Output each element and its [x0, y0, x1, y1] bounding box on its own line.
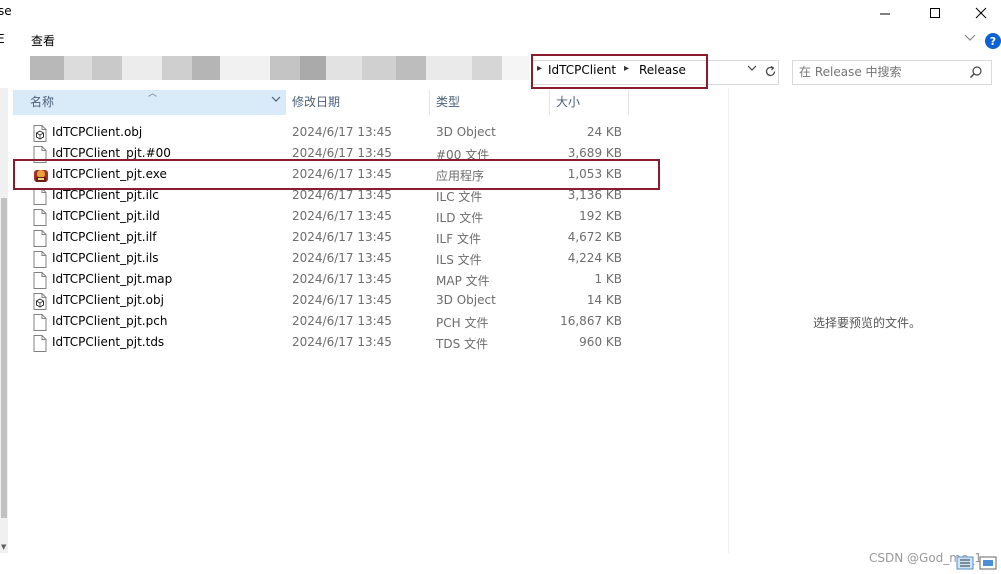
obj-file-icon [33, 125, 47, 142]
address-history-chevron-icon[interactable] [746, 62, 758, 74]
blank-file-icon [33, 272, 47, 289]
scrollbar-thumb[interactable] [1, 198, 7, 518]
file-type: 3D Object [436, 125, 496, 139]
file-type: ILC 文件 [436, 190, 483, 204]
file-row[interactable]: IdTCPClient_pjt.obj 2024/6/17 13:45 3D Obj… [25, 291, 629, 312]
file-row[interactable]: IdTCPClient_pjt.tds 2024/6/17 13:45 TDS 文件… [25, 333, 629, 354]
file-date: 2024/6/17 13:45 [292, 230, 392, 244]
maximize-icon [930, 8, 940, 18]
file-size: 960 KB [579, 335, 622, 349]
column-header-date-label: 修改日期 [292, 95, 341, 109]
sort-ascending-icon: ︿ [148, 89, 158, 99]
file-type: PCH 文件 [436, 316, 489, 330]
blank-file-icon [33, 314, 47, 331]
nav-pane-scrollbar[interactable]: ▼ [0, 88, 8, 553]
file-name: IdTCPClient_pjt.tds [52, 335, 165, 349]
column-header-date[interactable]: 修改日期 [286, 90, 430, 115]
file-date: 2024/6/17 13:45 [292, 146, 392, 160]
file-row[interactable]: IdTCPClient_pjt.map 2024/6/17 13:45 MAP 文件… [25, 270, 629, 291]
file-type: ILD 文件 [436, 211, 484, 225]
column-header-size-label: 大小 [556, 95, 581, 109]
file-name: IdTCPClient.obj [52, 125, 143, 139]
column-filter-chevron-icon[interactable] [271, 96, 281, 104]
file-size: 4,672 KB [567, 230, 622, 244]
blank-file-icon [33, 335, 47, 352]
file-name: IdTCPClient_pjt.obj [52, 293, 164, 307]
file-size: 192 KB [579, 209, 622, 223]
obj-file-icon [33, 293, 47, 310]
tab-view[interactable]: 查看 [31, 32, 55, 49]
file-size: 24 KB [586, 125, 622, 139]
search-icon[interactable] [969, 65, 983, 79]
preview-pane-divider[interactable] [728, 88, 729, 553]
file-date: 2024/6/17 13:45 [292, 209, 392, 223]
column-header-type[interactable]: 类型 [430, 90, 550, 115]
minimize-icon [880, 13, 890, 15]
refresh-icon [765, 65, 775, 76]
file-type: ILS 文件 [436, 253, 482, 267]
close-icon [975, 7, 987, 19]
file-name: IdTCPClient_pjt.ild [52, 209, 160, 223]
column-header-size[interactable]: 大小 [550, 90, 629, 115]
file-date: 2024/6/17 13:45 [292, 314, 392, 328]
blank-file-icon [33, 188, 47, 205]
preview-message: 选择要预览的文件。 [813, 316, 922, 330]
file-row[interactable]: IdTCPClient_pjt.pch 2024/6/17 13:45 PCH 文件… [25, 312, 629, 333]
close-button[interactable] [958, 0, 1001, 26]
search-input[interactable] [799, 65, 959, 79]
maximize-button[interactable] [912, 0, 958, 26]
chevron-down-icon[interactable] [964, 34, 976, 42]
file-row[interactable]: IdTCPClient.obj 2024/6/17 13:45 3D Object 2… [25, 123, 629, 144]
file-type: 3D Object [436, 293, 496, 307]
annotation-box-exe-row [13, 159, 660, 190]
blank-file-icon [33, 251, 47, 268]
file-date: 2024/6/17 13:45 [292, 293, 392, 307]
help-button[interactable]: ? [985, 33, 1001, 49]
blank-file-icon [33, 209, 47, 226]
file-row[interactable]: IdTCPClient_pjt.ild 2024/6/17 13:45 ILD 文件… [25, 207, 629, 228]
blurred-breadcrumb [30, 56, 530, 80]
file-name: IdTCPClient_pjt.map [52, 272, 173, 286]
file-date: 2024/6/17 13:45 [292, 125, 392, 139]
file-row[interactable]: IdTCPClient_pjt.ilf 2024/6/17 13:45 ILF 文件… [25, 228, 629, 249]
view-mode-buttons [956, 556, 1000, 573]
minimize-button[interactable] [862, 0, 908, 26]
file-name: IdTCPClient_pjt.pch [52, 314, 168, 328]
blank-file-icon [33, 230, 47, 247]
file-date: 2024/6/17 13:45 [292, 251, 392, 265]
search-box[interactable] [792, 60, 992, 85]
title-bar: se [0, 0, 1001, 26]
file-size: 1 KB [594, 272, 622, 286]
ribbon: Ε 查看 [0, 26, 1001, 54]
file-type: MAP 文件 [436, 274, 490, 288]
large-icons-view-icon[interactable] [979, 556, 997, 570]
file-size: 16,867 KB [560, 314, 622, 328]
file-name: IdTCPClient_pjt.#00 [52, 146, 171, 160]
file-date: 2024/6/17 13:45 [292, 188, 392, 202]
file-date: 2024/6/17 13:45 [292, 335, 392, 349]
column-header-row: 名称 修改日期 类型 大小 [13, 90, 629, 115]
file-size: 3,136 KB [567, 188, 622, 202]
refresh-button[interactable] [762, 61, 778, 81]
file-size: 14 KB [586, 293, 622, 307]
scroll-down-arrow-icon[interactable]: ▼ [1, 543, 6, 551]
window-title: se [0, 4, 12, 18]
file-name: IdTCPClient_pjt.ilc [52, 188, 159, 202]
file-type: TDS 文件 [436, 337, 489, 351]
details-view-icon[interactable] [956, 556, 974, 570]
file-date: 2024/6/17 13:45 [292, 272, 392, 286]
ribbon-tab-partial[interactable]: Ε [0, 32, 5, 46]
file-size: 3,689 KB [567, 146, 622, 160]
annotation-box-breadcrumb [531, 54, 708, 89]
file-row[interactable]: IdTCPClient_pjt.ils 2024/6/17 13:45 ILS 文件… [25, 249, 629, 270]
file-size: 4,224 KB [567, 251, 622, 265]
file-name: IdTCPClient_pjt.ilf [52, 230, 157, 244]
help-icon: ? [989, 34, 997, 48]
column-header-type-label: 类型 [436, 95, 461, 109]
file-name: IdTCPClient_pjt.ils [52, 251, 159, 265]
file-type: ILF 文件 [436, 232, 481, 246]
column-header-name-label: 名称 [30, 95, 55, 109]
